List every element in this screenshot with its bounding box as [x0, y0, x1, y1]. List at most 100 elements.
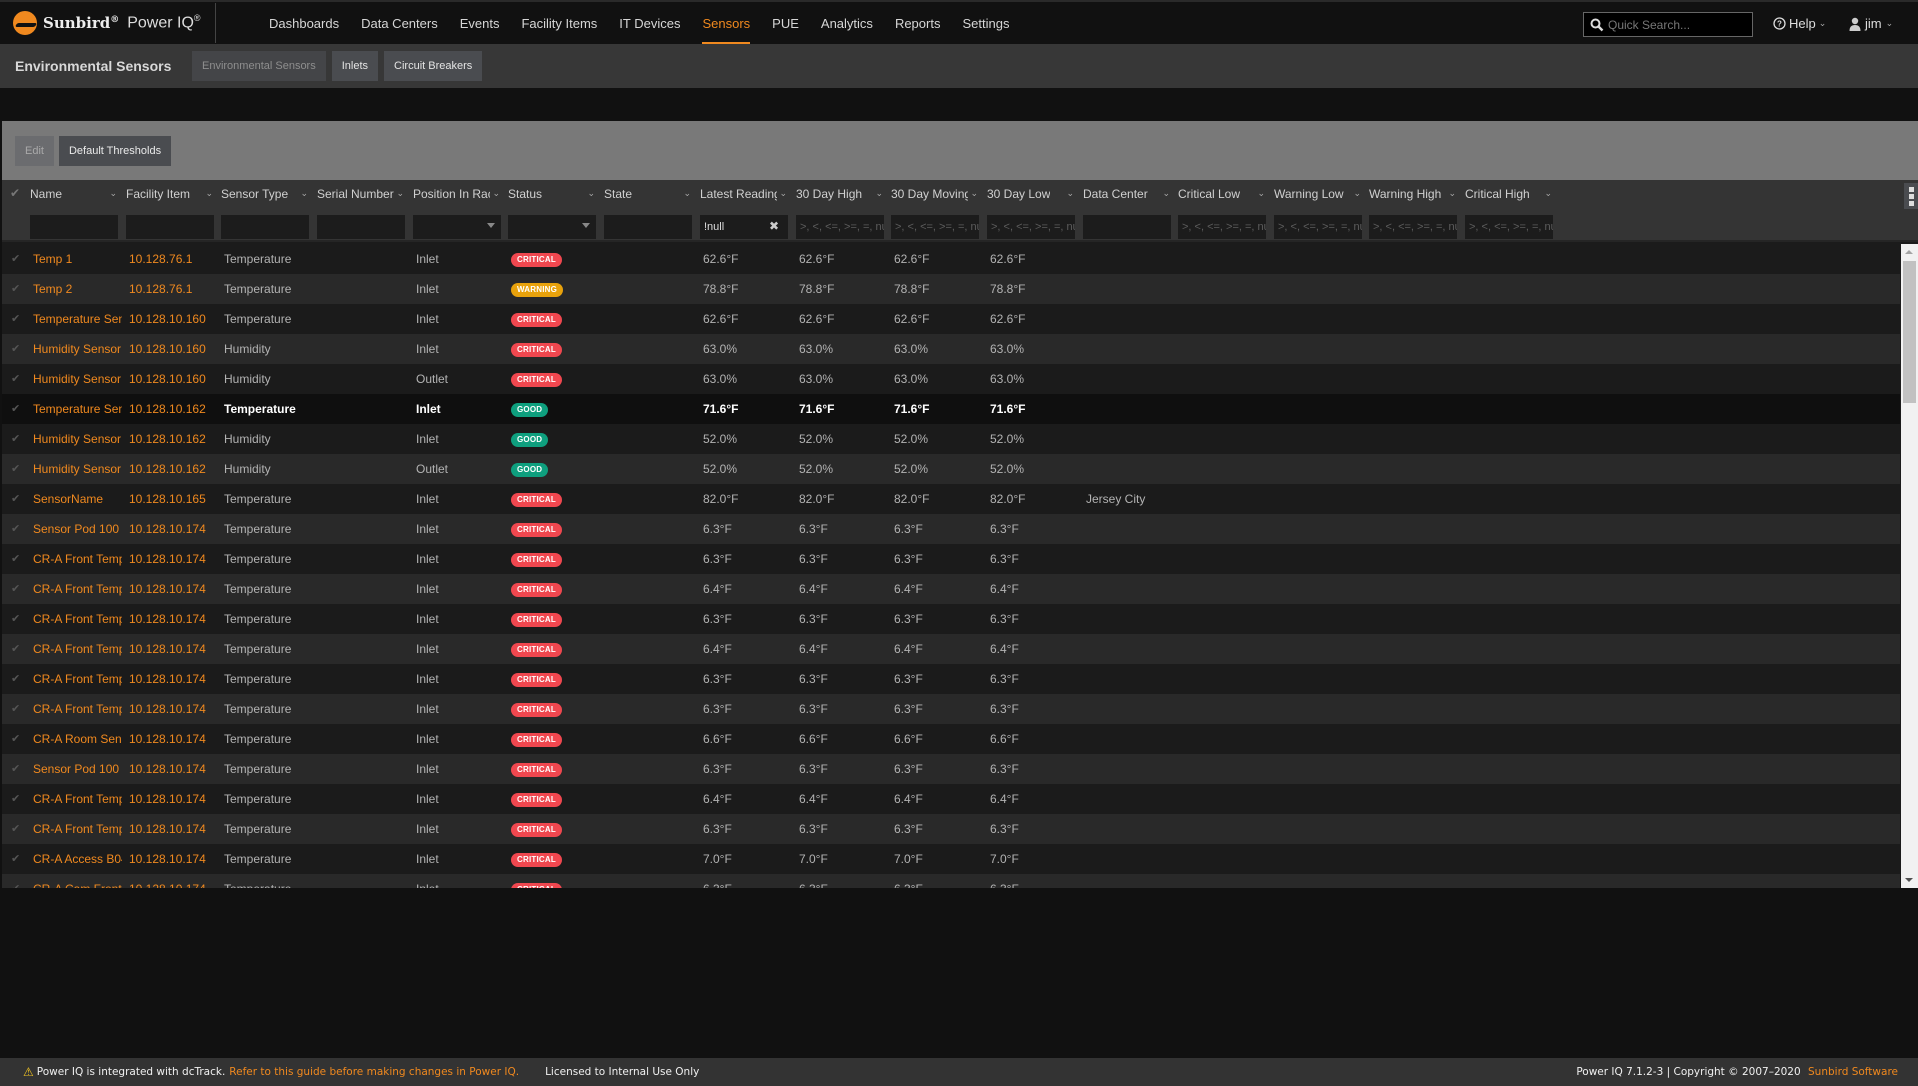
table-row[interactable]: ✔ Humidity Sensor 2 10.128.10.162 Humidity O… — [2, 454, 1900, 484]
row-checkbox[interactable]: ✔ — [11, 754, 20, 784]
tab-environmental-sensors[interactable]: Environmental Sensors — [192, 51, 326, 81]
filter-high30[interactable] — [796, 215, 884, 239]
cell-name[interactable]: CR-A Front Temp ... — [33, 634, 122, 664]
cell-facility[interactable]: 10.128.10.174 — [129, 544, 218, 574]
help-menu[interactable]: ? Help ⌄ — [1773, 16, 1826, 31]
chevron-down-icon[interactable]: ⌄ — [970, 188, 978, 199]
table-row[interactable]: ✔ SensorName 10.128.10.165 Temperature Inlet… — [2, 484, 1900, 514]
quick-search-input[interactable] — [1608, 17, 1748, 32]
scrollbar-thumb[interactable] — [1903, 261, 1916, 403]
table-row[interactable]: ✔ CR-A Front Temp ...10.128.10.174 Tempera… — [2, 664, 1900, 694]
quick-search[interactable] — [1583, 12, 1753, 37]
table-row[interactable]: ✔ CR-A Cam Front D... 10.128.10.174 Tempera… — [2, 874, 1900, 888]
cell-name[interactable]: CR-A Front Temp ... — [33, 784, 122, 814]
chevron-down-icon[interactable]: ⌄ — [1257, 188, 1265, 199]
filter-name[interactable] — [30, 215, 118, 239]
tab-inlets[interactable]: Inlets — [331, 51, 379, 81]
row-checkbox[interactable]: ✔ — [11, 574, 20, 604]
table-row[interactable]: ✔ CR-A Room Sensor10.128.10.174 Temperatur… — [2, 724, 1900, 754]
nav-item-data-centers[interactable]: Data Centers — [350, 1, 449, 45]
cell-facility[interactable]: 10.128.10.174 — [129, 784, 218, 814]
column-header-avg30[interactable]: 30 Day Moving Avg⌄ — [891, 180, 984, 207]
nav-item-sensors[interactable]: Sensors — [691, 1, 761, 45]
table-row[interactable]: ✔ CR-A Front Temp ...10.128.10.174 Tempera… — [2, 604, 1900, 634]
table-row[interactable]: ✔ CR-A Access B04 10.128.10.174 Temperature… — [2, 844, 1900, 874]
row-checkbox[interactable]: ✔ — [11, 304, 20, 334]
row-checkbox[interactable]: ✔ — [11, 364, 20, 394]
filter-warnhigh[interactable] — [1369, 215, 1457, 239]
chevron-down-icon[interactable]: ⌄ — [1448, 188, 1456, 199]
cell-facility[interactable]: 10.128.10.174 — [129, 874, 218, 888]
column-header-warnhigh[interactable]: Warning High ⌄ — [1369, 180, 1462, 207]
cell-facility[interactable]: 10.128.10.174 — [129, 844, 218, 874]
row-checkbox[interactable]: ✔ — [11, 874, 20, 888]
clear-filter-icon[interactable]: ✖ — [769, 219, 779, 233]
column-header-crithigh[interactable]: Critical High ⌄ — [1465, 180, 1558, 207]
table-row[interactable]: ✔ CR-A Front Temp ...10.128.10.174 Tempera… — [2, 694, 1900, 724]
cell-name[interactable]: CR-A Cam Front D... — [33, 874, 122, 888]
filter-avg30[interactable] — [891, 215, 979, 239]
table-row[interactable]: ✔ CR-A Front Temp ...10.128.10.174 Tempera… — [2, 634, 1900, 664]
cell-name[interactable]: CR-A Front Temp ... — [33, 544, 122, 574]
chevron-down-icon[interactable]: ⌄ — [683, 188, 691, 199]
column-header-status[interactable]: Status ⌄ — [508, 180, 601, 207]
table-row[interactable]: ✔ CR-A Front Temp ...10.128.10.174 Tempera… — [2, 784, 1900, 814]
cell-facility[interactable]: 10.128.10.162 — [129, 424, 218, 454]
cell-name[interactable]: Temp 1 — [33, 244, 122, 274]
cell-facility[interactable]: 10.128.10.174 — [129, 634, 218, 664]
column-header-facility[interactable]: Facility Item ⌄ — [126, 180, 219, 207]
chevron-down-icon[interactable]: ⌄ — [1066, 188, 1074, 199]
default-thresholds-button[interactable]: Default Thresholds — [58, 135, 172, 166]
chevron-down-icon[interactable]: ⌄ — [1353, 188, 1361, 199]
table-row[interactable]: ✔ Humidity Sensor 1 10.128.10.160 Humidity I… — [2, 334, 1900, 364]
chevron-down-icon[interactable]: ⌄ — [1162, 188, 1170, 199]
chevron-down-icon[interactable]: ⌄ — [492, 188, 500, 199]
chevron-down-icon[interactable]: ⌄ — [396, 188, 404, 199]
cell-facility[interactable]: 10.128.10.162 — [129, 454, 218, 484]
nav-item-events[interactable]: Events — [449, 1, 511, 45]
cell-facility[interactable]: 10.128.76.1 — [129, 274, 218, 304]
row-checkbox[interactable]: ✔ — [11, 814, 20, 844]
edit-button[interactable]: Edit — [15, 135, 54, 166]
cell-name[interactable]: CR-A Front Temp ... — [33, 694, 122, 724]
column-header-serial[interactable]: Serial Number ⌄ — [317, 180, 410, 207]
filter-type[interactable] — [221, 215, 309, 239]
table-row[interactable]: ✔ CR-A Front Temp ...10.128.10.174 Tempera… — [2, 544, 1900, 574]
nav-item-dashboards[interactable]: Dashboards — [258, 1, 350, 45]
filter-facility[interactable] — [126, 215, 214, 239]
filter-position[interactable] — [413, 215, 501, 239]
row-checkbox[interactable]: ✔ — [11, 664, 20, 694]
filter-input-state[interactable] — [608, 221, 692, 233]
cell-name[interactable]: CR-A Room Sensor — [33, 724, 122, 754]
cell-facility[interactable]: 10.128.76.1 — [129, 244, 218, 274]
cell-facility[interactable]: 10.128.10.174 — [129, 514, 218, 544]
table-row[interactable]: ✔ Humidity Sensor 2 10.128.10.160 Humidity O… — [2, 364, 1900, 394]
nav-item-analytics[interactable]: Analytics — [810, 1, 884, 45]
cell-facility[interactable]: 10.128.10.165 — [129, 484, 218, 514]
cell-name[interactable]: CR-A Front Temp ... — [33, 664, 122, 694]
filter-crithigh[interactable] — [1465, 215, 1553, 239]
cell-facility[interactable]: 10.128.10.174 — [129, 574, 218, 604]
cell-name[interactable]: Humidity Sensor 2 — [33, 364, 122, 394]
row-checkbox[interactable]: ✔ — [11, 784, 20, 814]
filter-state[interactable] — [604, 215, 692, 239]
row-checkbox[interactable]: ✔ — [11, 394, 20, 424]
cell-name[interactable]: CR-A Front Temp ... — [33, 814, 122, 844]
select-all-checkbox[interactable]: ✔ — [10, 186, 20, 200]
cell-facility[interactable]: 10.128.10.162 — [129, 394, 218, 424]
cell-name[interactable]: Sensor Pod 100 T... — [33, 754, 122, 784]
table-row[interactable]: ✔ CR-A Front Temp ...10.128.10.174 Tempera… — [2, 574, 1900, 604]
filter-input-facility[interactable] — [130, 221, 214, 233]
integration-guide-link[interactable]: Refer to this guide before making change… — [229, 1066, 519, 1078]
table-row[interactable]: ✔ Temp 1 10.128.76.1 Temperature Inlet CRITIC… — [2, 244, 1900, 274]
filter-status[interactable] — [508, 215, 596, 239]
cell-name[interactable]: Humidity Sensor 1 — [33, 424, 122, 454]
row-checkbox[interactable]: ✔ — [11, 604, 20, 634]
nav-item-reports[interactable]: Reports — [884, 1, 952, 45]
row-checkbox[interactable]: ✔ — [11, 424, 20, 454]
cell-facility[interactable]: 10.128.10.160 — [129, 304, 218, 334]
row-checkbox[interactable]: ✔ — [11, 634, 20, 664]
nav-item-pue[interactable]: PUE — [761, 1, 810, 45]
table-row[interactable]: ✔ Sensor Pod 100 T...10.128.10.174 Tempera… — [2, 754, 1900, 784]
row-checkbox[interactable]: ✔ — [11, 724, 20, 754]
